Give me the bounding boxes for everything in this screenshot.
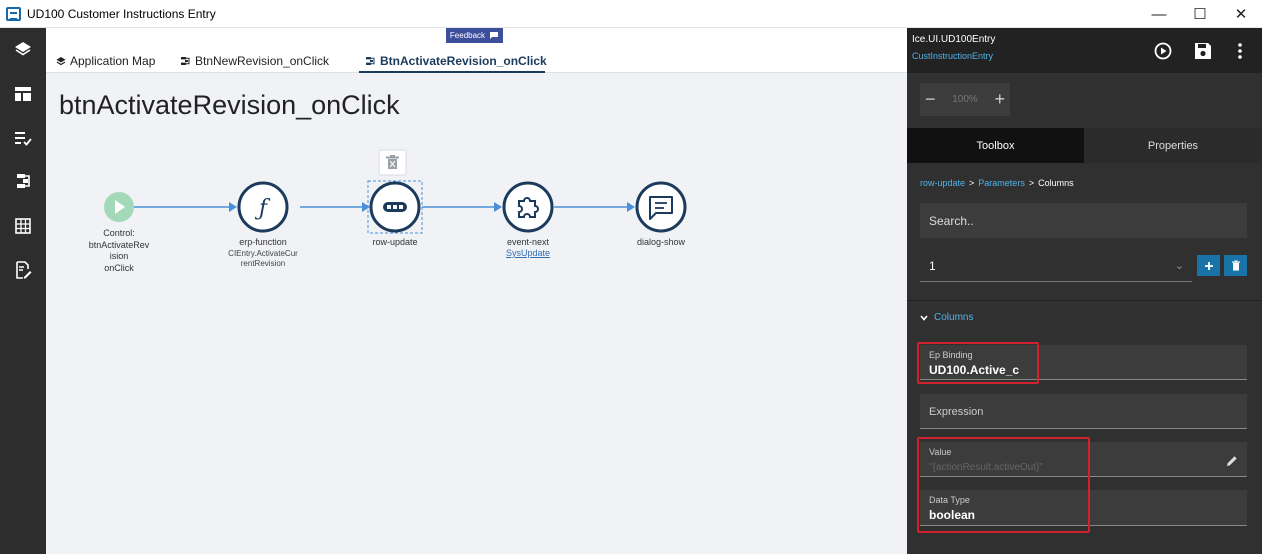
breadcrumb-separator: > — [969, 178, 975, 188]
properties-panel: Ice.UI.UD100Entry CustInstructionEntry −… — [907, 28, 1262, 554]
panel-header: Ice.UI.UD100Entry CustInstructionEntry — [907, 28, 1262, 73]
tab-properties[interactable]: Properties — [1084, 128, 1262, 163]
label-line: btnActivateRev — [88, 239, 150, 250]
column-select[interactable]: 1 ⌄ — [920, 251, 1192, 282]
breadcrumb-parameters[interactable]: Parameters — [978, 178, 1025, 188]
sub-line: rentRevision — [240, 259, 286, 268]
column-select-value: 1 — [929, 259, 936, 273]
label-line: ision — [109, 251, 129, 261]
app-logo-icon — [6, 7, 21, 21]
zoom-out-button[interactable]: − — [925, 89, 936, 110]
section-divider — [907, 300, 1262, 301]
title-bar: UD100 Customer Instructions Entry — ☐ ✕ — [0, 0, 1262, 28]
chevron-down-icon: ⌄ — [1174, 260, 1184, 272]
chevron-down-icon — [920, 314, 928, 321]
form-edit-icon[interactable] — [12, 259, 34, 281]
field-placeholder: Expression — [929, 406, 984, 418]
left-rail — [0, 28, 46, 554]
row-update-label: row-update — [372, 237, 418, 247]
run-icon[interactable] — [1152, 40, 1174, 62]
label-line: onClick — [104, 262, 134, 273]
label-line: Control: — [103, 228, 135, 238]
layout-icon[interactable] — [12, 83, 34, 105]
layers-icon[interactable] — [12, 38, 34, 60]
workflow-icon[interactable] — [12, 170, 34, 192]
add-column-button[interactable] — [1197, 255, 1220, 276]
main-canvas: Feedback Application Map BtnNewRevision_… — [46, 28, 907, 554]
search-field — [920, 203, 1247, 238]
erp-function-label: erp-function — [239, 237, 287, 247]
app-window: UD100 Customer Instructions Entry — ☐ ✕ … — [0, 0, 1262, 554]
highlight-box — [917, 342, 1039, 384]
control-node[interactable] — [104, 192, 134, 222]
control-node-label: Control: btnActivateRev ision onClick — [79, 228, 159, 274]
row-update-icon — [383, 202, 407, 212]
save-icon[interactable] — [1192, 40, 1214, 62]
trash-icon — [1231, 260, 1240, 271]
search-input[interactable] — [929, 213, 1229, 228]
close-button[interactable]: ✕ — [1218, 0, 1262, 28]
delete-column-button[interactable] — [1224, 255, 1247, 276]
tab-toolbox[interactable]: Toolbox — [907, 128, 1084, 163]
dialog-show-node[interactable] — [635, 181, 687, 233]
grid-icon[interactable] — [12, 215, 34, 237]
panel-subtitle: CustInstructionEntry — [912, 51, 994, 61]
breadcrumb-columns: Columns — [1038, 178, 1074, 188]
dialog-show-label: dialog-show — [636, 237, 686, 247]
more-vert-icon[interactable] — [1229, 40, 1251, 62]
zoom-level: 100% — [952, 94, 978, 105]
maximize-button[interactable]: ☐ — [1177, 0, 1223, 28]
minimize-button[interactable]: — — [1136, 0, 1182, 28]
flow-diagram: ƒ — [104, 149, 687, 234]
erp-function-node[interactable]: ƒ — [237, 181, 289, 233]
event-next-label: event-next — [506, 237, 550, 247]
panel-title: Ice.UI.UD100Entry — [912, 34, 996, 45]
zoom-control: − 100% + — [920, 83, 1010, 116]
zoom-in-button[interactable]: + — [994, 89, 1005, 110]
columns-section-toggle[interactable]: Columns — [920, 312, 973, 323]
event-next-node[interactable] — [502, 181, 554, 233]
plus-icon — [1204, 261, 1213, 270]
expression-field[interactable]: Expression — [920, 394, 1247, 429]
breadcrumb-separator: > — [1028, 178, 1035, 188]
breadcrumb-row-update[interactable]: row-update — [920, 178, 965, 188]
sysupdate-link[interactable]: SysUpdate — [478, 248, 578, 258]
checklist-icon[interactable] — [12, 127, 34, 149]
highlight-box — [917, 437, 1090, 533]
section-label: Columns — [934, 312, 974, 323]
breadcrumb: row-update > Parameters > Columns — [920, 178, 1074, 188]
delete-node-button[interactable] — [378, 149, 407, 176]
erp-function-sublabel: CIEntry.ActivateCur rentRevision — [208, 249, 318, 269]
pencil-icon[interactable] — [1225, 454, 1239, 468]
window-title: UD100 Customer Instructions Entry — [27, 7, 216, 21]
row-update-node[interactable] — [367, 180, 423, 234]
sub-line: CIEntry.ActivateCur — [228, 249, 298, 258]
